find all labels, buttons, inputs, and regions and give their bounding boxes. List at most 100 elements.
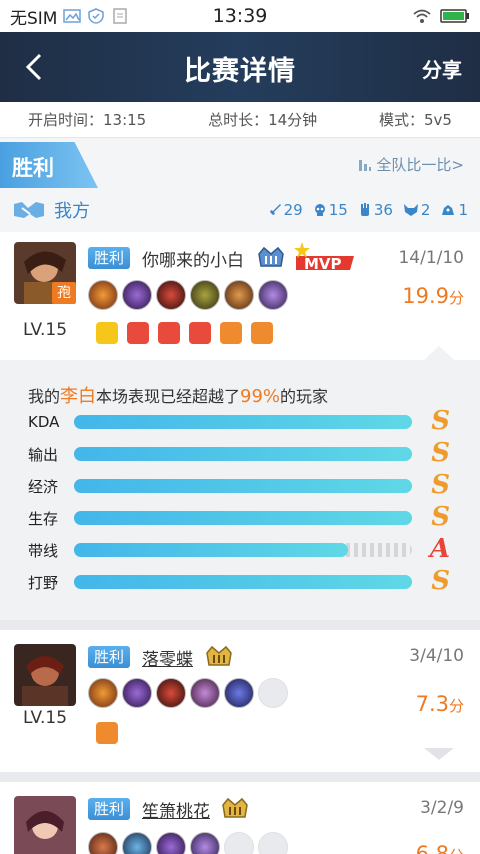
- match-info-bar: 开启时间：13:15 总时长：14分钟 模式：5v5: [0, 102, 480, 138]
- equipment-item[interactable]: [88, 832, 118, 854]
- player-level: LV.15: [22, 320, 68, 340]
- godlike-tag-icon: [96, 322, 118, 344]
- performance-label: 打野: [28, 573, 59, 592]
- score-value: 7.3: [415, 692, 449, 716]
- section-divider: [0, 620, 480, 630]
- status-bar: 无SIM 13:39: [0, 0, 480, 32]
- player-name[interactable]: 笙箫桃花: [142, 797, 210, 822]
- hero-avatar: [14, 644, 76, 706]
- team-towers-value: 2: [420, 201, 431, 219]
- fist-tag-icon: [96, 722, 118, 744]
- performance-headline: 我的李白本场表现已经超越了99%的玩家: [28, 382, 328, 408]
- mvp-label: MVP: [304, 255, 342, 273]
- score-unit: 分: [448, 289, 464, 307]
- share-button[interactable]: 分享: [422, 54, 462, 83]
- headline-mid: 本场表现已经超越了: [96, 387, 241, 406]
- win-badge: 胜利: [88, 646, 131, 668]
- performance-label: 经济: [28, 477, 59, 496]
- performance-row: KDA S: [28, 406, 450, 436]
- achievement-tags: [96, 322, 273, 344]
- mvp-badge: MVP: [292, 242, 358, 273]
- performance-grade: S: [431, 438, 450, 468]
- team-kills-stat: 29: [268, 201, 303, 219]
- empty-equipment-slot: [224, 832, 254, 854]
- equipment-item[interactable]: [190, 678, 220, 708]
- equipment-list: [88, 678, 288, 708]
- team-result-bar: 胜利 全队比一比>: [0, 142, 480, 188]
- equipment-item[interactable]: [190, 280, 220, 310]
- equipment-item[interactable]: [224, 280, 254, 310]
- equipment-item[interactable]: [88, 280, 118, 310]
- rank-crown-icon: [258, 246, 284, 267]
- performance-grade: S: [431, 502, 450, 532]
- equipment-list: [88, 280, 288, 310]
- performance-bar-fill: [74, 447, 412, 461]
- fist-tag-icon: [251, 322, 273, 344]
- player-row[interactable]: 孢 LV.15 胜利 你哪来的小白 MVP 14/1/10 19.9分: [0, 232, 480, 360]
- equipment-item[interactable]: [156, 678, 186, 708]
- equipment-item[interactable]: [156, 832, 186, 854]
- player-kda: 3/2/9: [420, 798, 464, 818]
- team-assists-stat: 36: [358, 201, 393, 219]
- equipment-item[interactable]: [156, 280, 186, 310]
- dragon-icon: [442, 205, 455, 215]
- performance-row: 生存 S: [28, 502, 450, 532]
- team-dragons-stat: 1: [440, 201, 468, 219]
- equipment-item[interactable]: [224, 678, 254, 708]
- sword-icon: [269, 204, 281, 215]
- performance-grade: A: [429, 534, 450, 564]
- performance-grade: S: [431, 406, 450, 436]
- equipment-item[interactable]: [122, 678, 152, 708]
- player-score: 19.9分: [402, 284, 464, 308]
- tower-tag-icon: [220, 322, 242, 344]
- penta-tag-icon: [127, 322, 149, 344]
- performance-label: 生存: [28, 509, 59, 528]
- match-mode: 模式：5v5: [379, 111, 452, 129]
- expand-caret-icon[interactable]: [424, 346, 454, 360]
- skull-icon: [314, 204, 325, 216]
- page-title: 比赛详情: [184, 56, 296, 87]
- team-assists-value: 36: [373, 201, 393, 219]
- equipment-item[interactable]: [190, 832, 220, 854]
- empty-equipment-slot: [258, 832, 288, 854]
- rank-crown-icon: [206, 645, 232, 666]
- performance-bar-fill: [74, 415, 412, 429]
- player-row[interactable]: 胜利 笙箫桃花 3/2/9 6.8分: [0, 782, 480, 854]
- my-team-label: 我方: [54, 201, 90, 222]
- percent-value: 99%: [240, 386, 281, 407]
- equipment-item[interactable]: [258, 280, 288, 310]
- performance-bar-fill: [74, 575, 412, 589]
- player-row[interactable]: LV.15 胜利 落零蝶 3/4/10 7.3分: [0, 630, 480, 772]
- win-badge: 胜利: [88, 247, 131, 269]
- score-value: 6.8: [415, 842, 449, 854]
- demon-icon: [403, 204, 418, 216]
- equipment-item[interactable]: [122, 280, 152, 310]
- team-compare-link[interactable]: 全队比一比>: [358, 154, 464, 175]
- performance-row: 经济 S: [28, 470, 450, 500]
- player-score: 6.8分: [416, 842, 464, 854]
- player-kda: 14/1/10: [398, 248, 464, 268]
- performance-row: 打野 S: [28, 566, 450, 596]
- handshake-icon: [14, 202, 44, 218]
- performance-detail: 我的李白本场表现已经超越了99%的玩家 KDA S 输出 S 经济 S 生存 S 带线 A 打野 S: [0, 360, 480, 620]
- performance-label: 带线: [28, 541, 59, 560]
- score-value: 19.9: [402, 284, 449, 308]
- performance-grade: S: [431, 470, 450, 500]
- player-kda: 3/4/10: [409, 646, 464, 666]
- expand-caret-icon[interactable]: [424, 748, 454, 762]
- win-badge: 胜利: [88, 798, 131, 820]
- equipment-item[interactable]: [88, 678, 118, 708]
- headline-post: 的玩家: [280, 387, 329, 406]
- rank-crown-icon: [222, 797, 248, 818]
- hand-icon: [360, 203, 369, 216]
- match-duration: 总时长：14分钟: [208, 111, 318, 129]
- equipment-item[interactable]: [122, 832, 152, 854]
- performance-row: 带线 A: [28, 534, 450, 564]
- bar-chart-icon: [359, 159, 372, 171]
- score-unit: 分: [448, 697, 464, 715]
- player-name[interactable]: 落零蝶: [142, 645, 193, 670]
- performance-label: KDA: [28, 413, 60, 431]
- player-name: 你哪来的小白: [142, 251, 244, 271]
- player-level: LV.15: [22, 708, 68, 728]
- performance-grade: S: [431, 566, 450, 596]
